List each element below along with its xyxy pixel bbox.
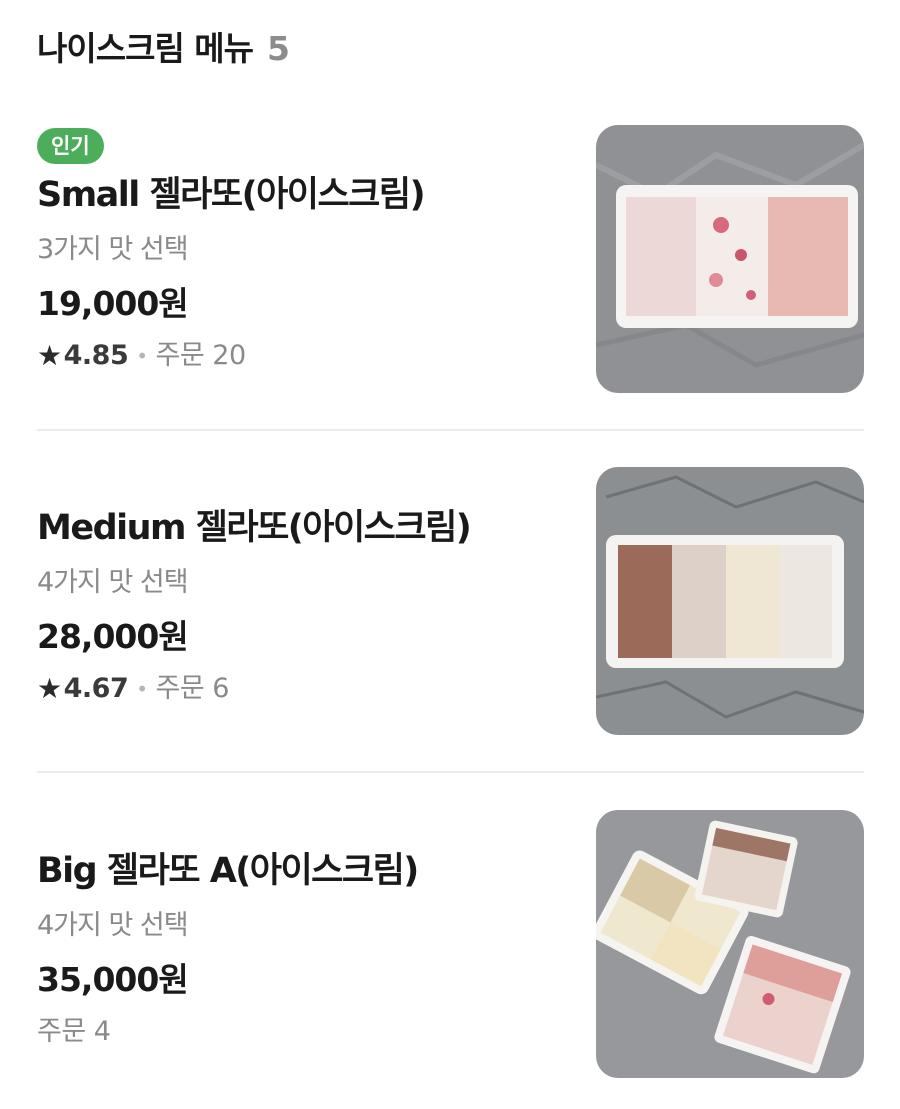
divider bbox=[37, 771, 864, 773]
rating-value: 4.85 bbox=[63, 340, 129, 371]
menu-section-title: 나이스크림 메뉴 bbox=[37, 29, 254, 68]
menu-item-name: Small 젤라또(아이스크림) bbox=[37, 175, 426, 215]
gelato-3flavor-photo bbox=[596, 125, 864, 393]
gelato-4flavor-photo bbox=[596, 467, 864, 735]
menu-item-description: 4가지 맛 선택 bbox=[37, 567, 189, 598]
menu-item-big-gelato-a[interactable]: Big 젤라또 A(아이스크림) 4가지 맛 선택 35,000원 주문 4 bbox=[37, 810, 864, 1080]
menu-item-description: 3가지 맛 선택 bbox=[37, 234, 189, 265]
menu-item-price: 19,000원 bbox=[37, 284, 189, 323]
order-count: 주문 4 bbox=[37, 1016, 111, 1047]
menu-count: 5 bbox=[267, 29, 290, 68]
divider bbox=[37, 429, 864, 431]
menu-item-small-gelato[interactable]: 인기 Small 젤라또(아이스크림) 3가지 맛 선택 19,000원 ★ 4… bbox=[37, 125, 864, 395]
star-icon: ★ bbox=[37, 339, 62, 372]
menu-item-name: Medium 젤라또(아이스크림) bbox=[37, 508, 472, 548]
menu-item-meta: 주문 4 bbox=[37, 1012, 577, 1052]
menu-section-header: 나이스크림 메뉴 5 bbox=[37, 22, 290, 70]
menu-item-name: Big 젤라또 A(아이스크림) bbox=[37, 851, 419, 891]
popular-badge: 인기 bbox=[37, 128, 104, 164]
menu-item-info: 인기 Small 젤라또(아이스크림) 3가지 맛 선택 19,000원 ★ 4… bbox=[37, 128, 577, 376]
menu-item-description: 4가지 맛 선택 bbox=[37, 910, 189, 941]
separator-dot: • bbox=[136, 344, 148, 368]
star-icon: ★ bbox=[37, 672, 62, 705]
menu-item-meta: ★ 4.85 • 주문 20 bbox=[37, 336, 577, 376]
order-count: 주문 20 bbox=[155, 340, 247, 371]
menu-item-meta: ★ 4.67 • 주문 6 bbox=[37, 669, 577, 709]
rating-value: 4.67 bbox=[63, 673, 129, 704]
order-count: 주문 6 bbox=[155, 673, 230, 704]
menu-item-medium-gelato[interactable]: Medium 젤라또(아이스크림) 4가지 맛 선택 28,000원 ★ 4.6… bbox=[37, 467, 864, 737]
gelato-boxes-photo bbox=[596, 810, 864, 1078]
menu-item-info: Big 젤라또 A(아이스크림) 4가지 맛 선택 35,000원 주문 4 bbox=[37, 848, 577, 1052]
separator-dot: • bbox=[136, 677, 148, 701]
menu-item-price: 28,000원 bbox=[37, 617, 189, 656]
menu-item-info: Medium 젤라또(아이스크림) 4가지 맛 선택 28,000원 ★ 4.6… bbox=[37, 505, 577, 709]
menu-item-price: 35,000원 bbox=[37, 960, 189, 999]
